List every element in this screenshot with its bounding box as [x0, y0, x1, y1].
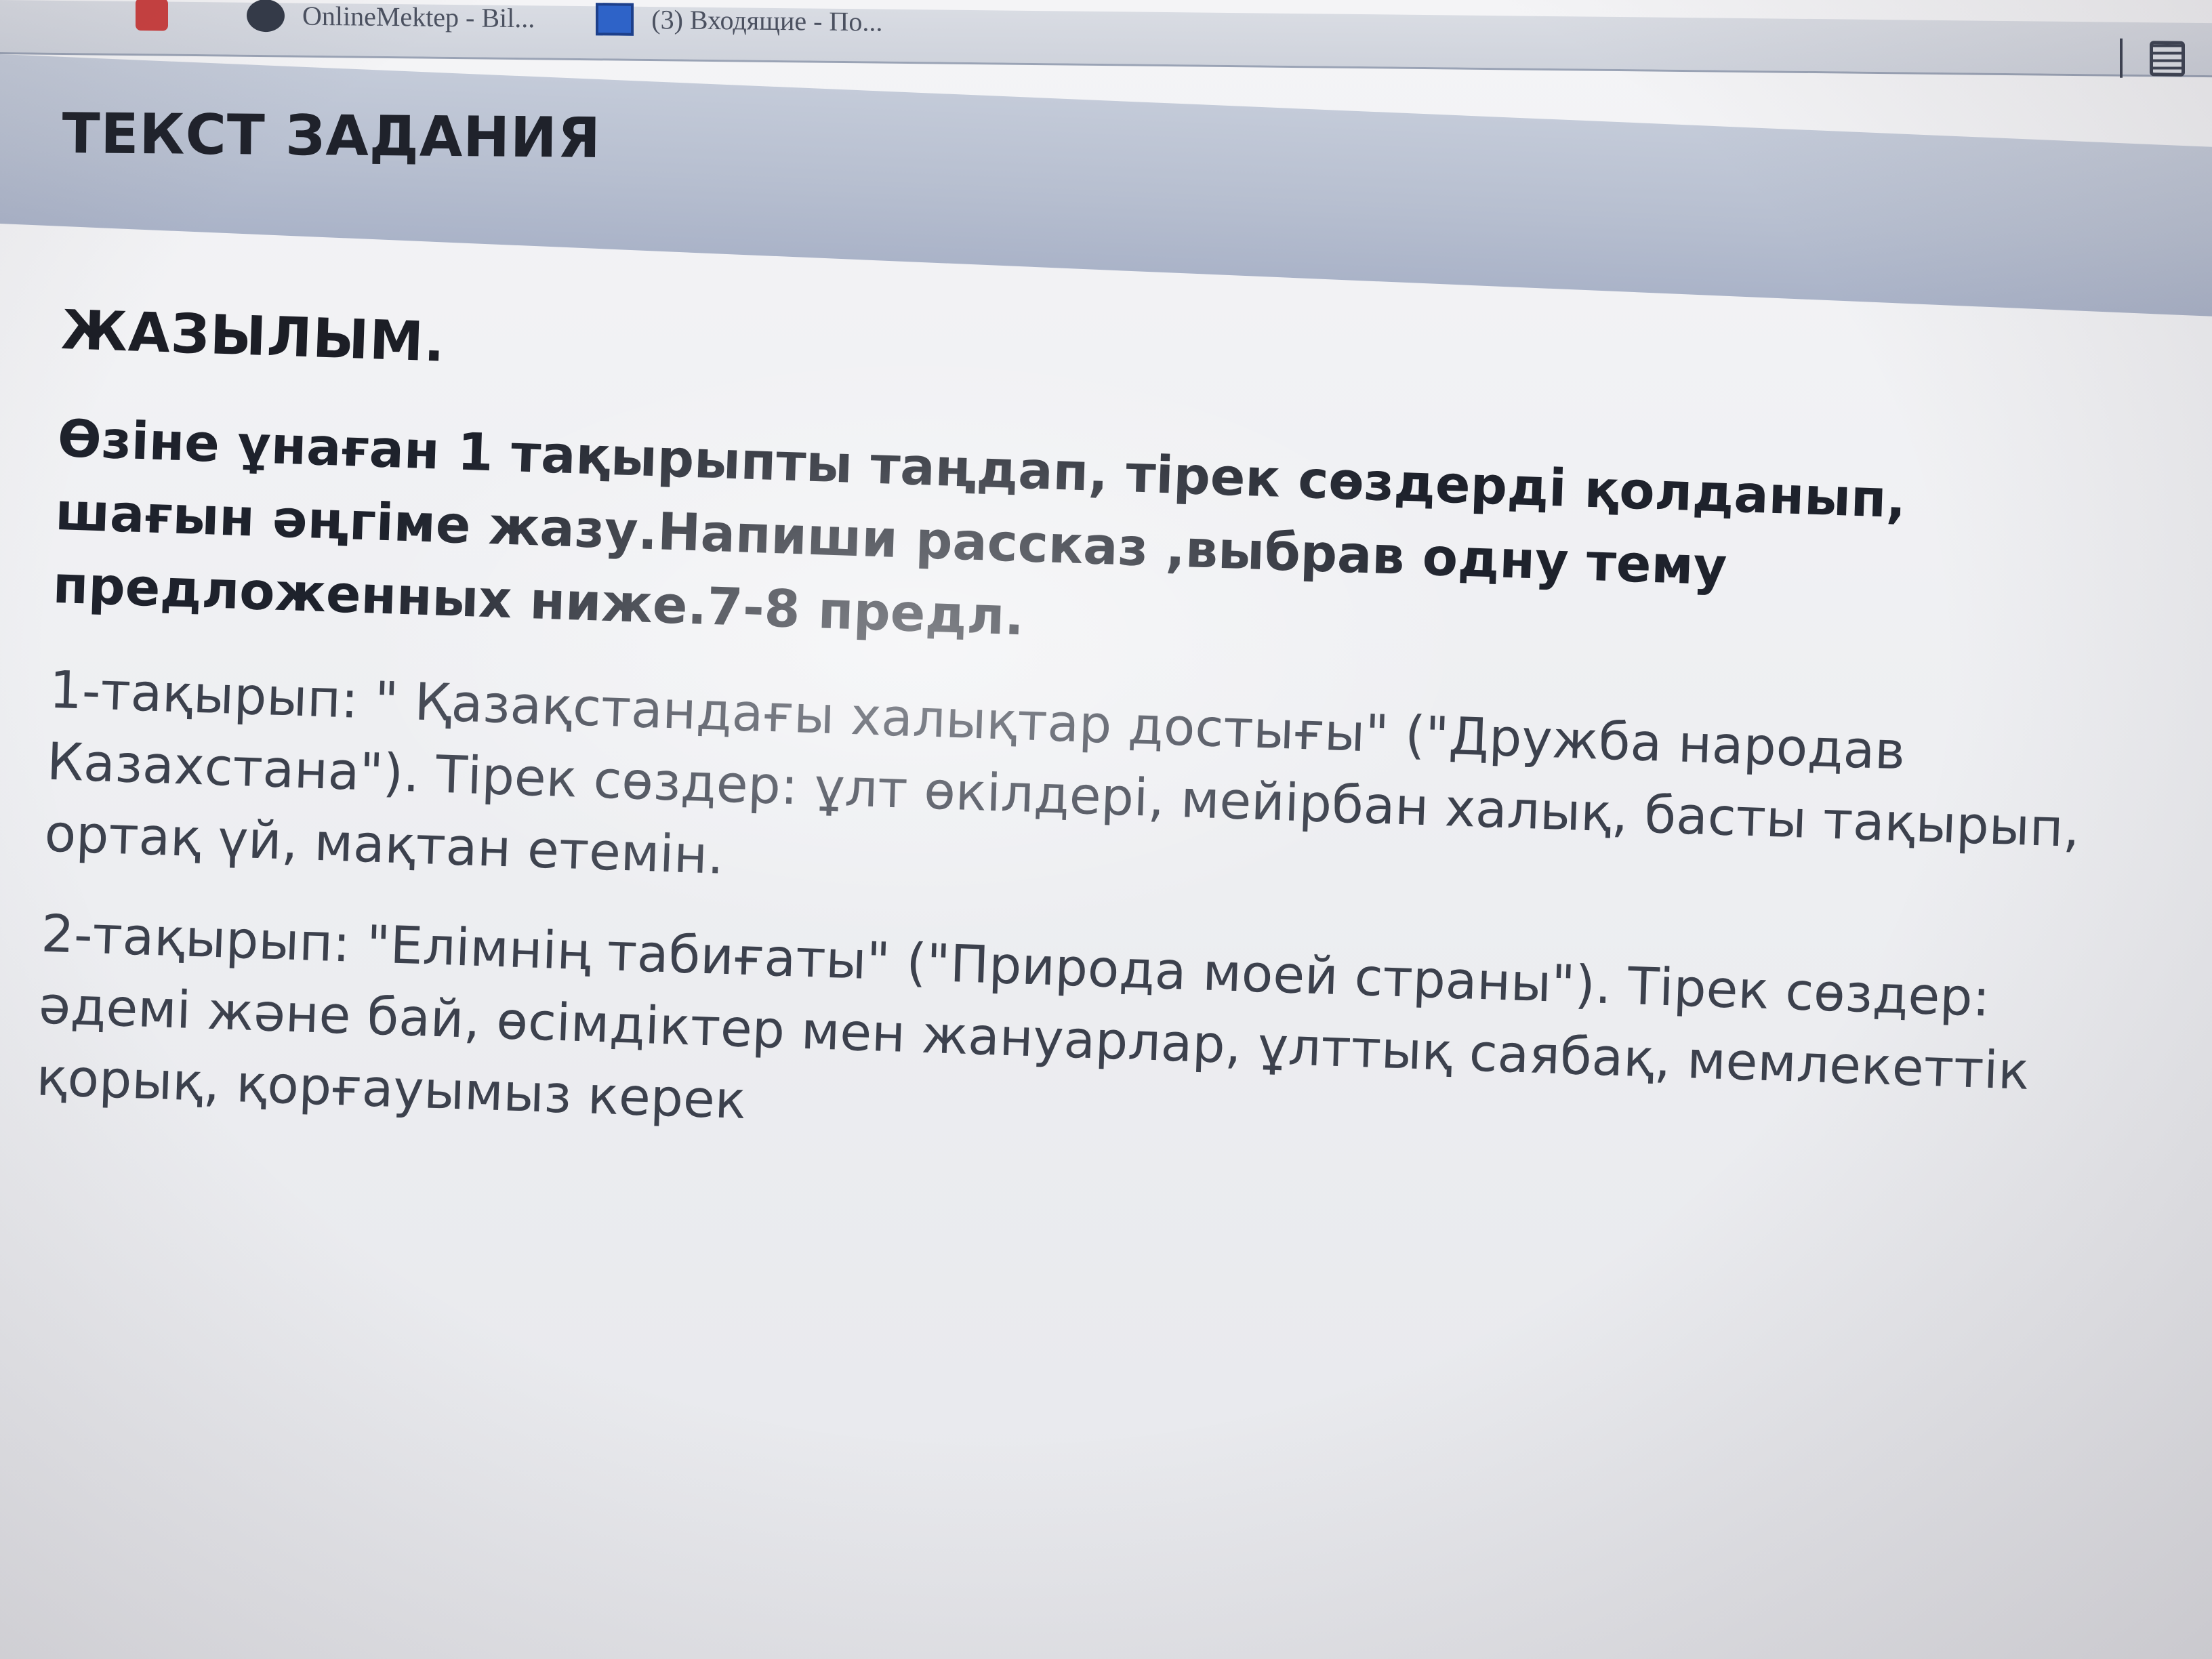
mail-icon	[596, 2, 634, 36]
topic-1: 1-тақырып: " Қазақстандағы халықтар дост…	[43, 659, 2081, 886]
bookmark-label: OnlineMektep - Bil...	[302, 0, 535, 34]
task-instruction: Өзіне ұнаған 1 тақырыпты таңдап, тірек с…	[52, 407, 1907, 647]
toolbar-divider	[2120, 38, 2123, 78]
topic-2: 2-тақырып: "Елімнің табиғаты" ("Природа …	[35, 903, 2030, 1131]
section-title: ЖАЗЫЛЫМ.	[60, 298, 447, 374]
task-content: ЖАЗЫЛЫМ. Өзіне ұнаған 1 тақырыпты таңдап…	[35, 298, 2149, 1210]
onlinemektep-icon	[247, 0, 285, 32]
bookmark-mail[interactable]: (3) Входящие - По...	[596, 2, 883, 38]
reading-list-icon[interactable]	[2150, 41, 2185, 77]
bookmark-label: (3) Входящие - По...	[651, 4, 883, 37]
page-title: ТЕКСТ ЗАДАНИЯ	[62, 102, 602, 171]
screen: OnlineMektep - Bil... (3) Входящие - По.…	[0, 0, 2212, 1659]
bookmark-partial[interactable]	[136, 0, 186, 31]
bar-end	[2120, 38, 2185, 79]
task-header-band	[0, 54, 2212, 318]
bookmarks-bar: OnlineMektep - Bil... (3) Входящие - По.…	[0, 0, 2212, 79]
bookmark-favicon-icon	[136, 0, 168, 31]
bookmark-onlinemektep[interactable]: OnlineMektep - Bil...	[247, 0, 535, 35]
